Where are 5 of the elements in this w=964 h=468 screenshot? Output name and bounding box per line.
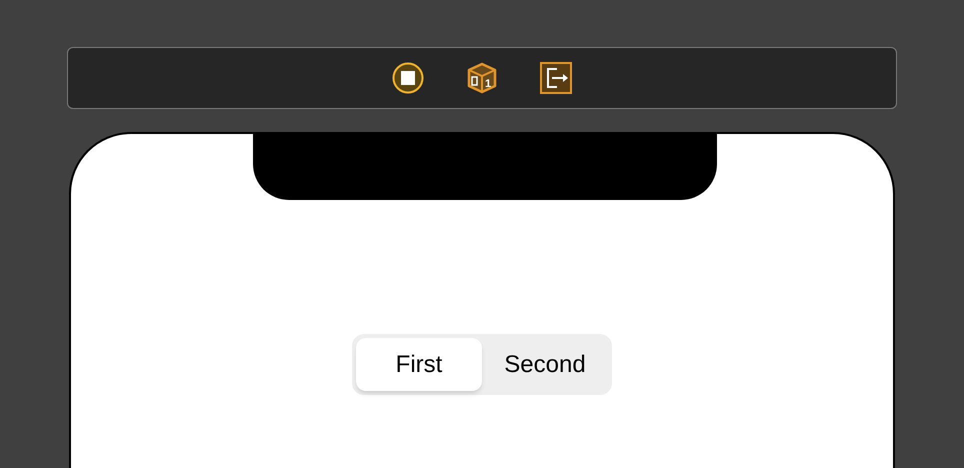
exit-icon[interactable]: [540, 62, 572, 94]
stop-icon[interactable]: [392, 62, 424, 94]
segment-tab[interactable]: First: [356, 338, 482, 391]
cube-icon[interactable]: 1: [467, 62, 497, 94]
segment-tab[interactable]: Second: [482, 338, 608, 391]
